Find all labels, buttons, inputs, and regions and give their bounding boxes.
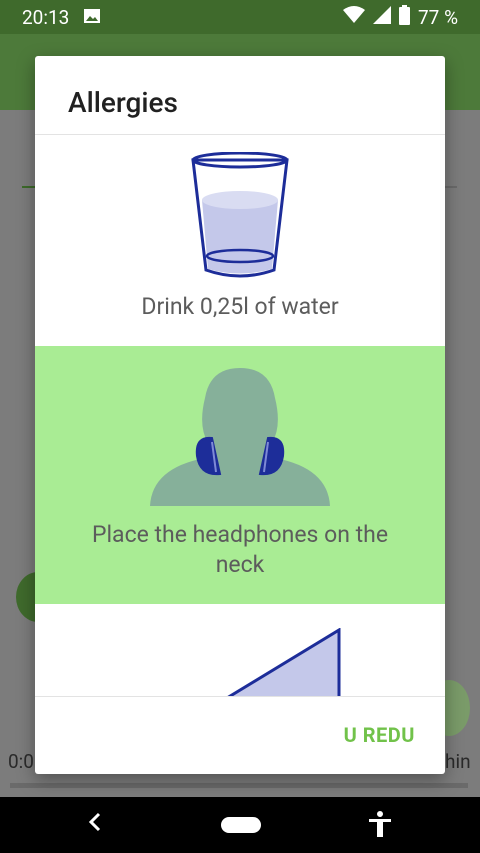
actions-divider [35, 696, 445, 697]
water-glass-icon [190, 151, 290, 282]
background-time-left: 0:0 [8, 750, 34, 773]
headphones-on-neck-icon [150, 368, 330, 512]
triangle-icon [225, 627, 343, 696]
background-time-right: hin [445, 750, 471, 773]
status-bar: 20:13 77 % [0, 0, 480, 34]
background-progress [10, 783, 468, 788]
signal-icon [373, 5, 391, 29]
background-tab-indicator [22, 186, 36, 188]
step-label: Drink 0,25l of water [141, 293, 339, 320]
step-headphones: Place the headphones on the neck [35, 346, 445, 604]
background-divider [445, 186, 457, 188]
status-time: 20:13 [22, 5, 70, 29]
step-drink-water: Drink 0,25l of water [35, 135, 445, 346]
back-icon[interactable] [88, 809, 102, 839]
wifi-icon [343, 5, 365, 29]
step-label-line2: neck [215, 551, 265, 578]
accessibility-icon[interactable] [368, 811, 392, 841]
dialog-title: Allergies [68, 86, 178, 119]
navigation-bar [0, 797, 480, 853]
home-button[interactable] [221, 817, 261, 833]
allergies-dialog: Allergies Drink 0,25l of water Place the… [35, 56, 445, 774]
step-label-line1: Place the headphones on the [91, 521, 389, 548]
battery-percent: 77 % [418, 5, 458, 29]
ok-button[interactable]: U REDU [344, 723, 415, 747]
battery-icon [399, 4, 410, 30]
step-next [35, 604, 445, 696]
image-icon [83, 6, 101, 29]
